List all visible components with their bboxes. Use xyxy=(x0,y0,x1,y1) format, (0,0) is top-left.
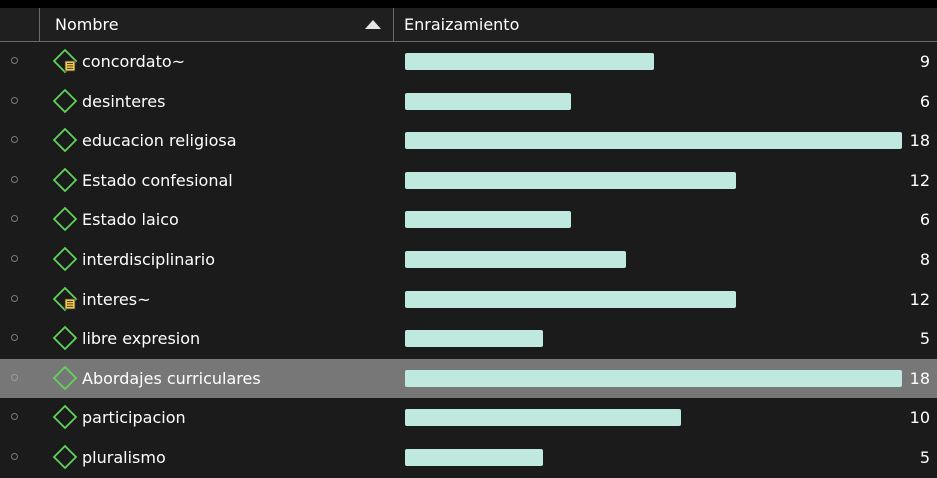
row-marker-icon[interactable] xyxy=(11,96,18,104)
rooting-value: 18 xyxy=(909,368,930,388)
code-icon xyxy=(52,207,78,232)
row-marker-icon[interactable] xyxy=(11,373,18,381)
name-column-label: Nombre xyxy=(55,15,119,34)
code-group-icon xyxy=(52,286,78,311)
rooting-bar xyxy=(405,211,571,229)
table-row[interactable]: educacion religiosa 18 xyxy=(0,121,937,161)
rooting-bar xyxy=(405,290,737,308)
table-row[interactable]: libre expresion 5 xyxy=(0,319,937,359)
sort-ascending-icon[interactable] xyxy=(365,20,381,29)
row-marker-icon[interactable] xyxy=(11,294,18,302)
name-column-header[interactable]: Nombre xyxy=(40,8,394,41)
code-name: educacion religiosa xyxy=(82,131,237,151)
code-name: Estado confesional xyxy=(82,170,233,190)
row-marker-icon[interactable] xyxy=(11,136,18,144)
code-name: interdisciplinario xyxy=(82,249,215,269)
row-marker-icon[interactable] xyxy=(11,175,18,183)
code-icon xyxy=(52,246,78,272)
code-name: participacion xyxy=(82,408,186,428)
row-marker-icon[interactable] xyxy=(11,413,18,421)
table-row[interactable]: pluralismo 5 xyxy=(0,438,937,478)
code-icon xyxy=(52,167,78,193)
code-icon xyxy=(52,127,78,153)
table-row[interactable]: interes~ 12 xyxy=(0,280,937,320)
code-icon xyxy=(52,365,78,391)
code-icon xyxy=(52,325,78,351)
code-icon xyxy=(52,88,78,113)
rooting-bar xyxy=(405,250,626,268)
code-icon xyxy=(52,444,78,470)
code-name: desinteres xyxy=(82,91,166,111)
code-name: Estado laico xyxy=(82,210,179,230)
table-row[interactable]: concordato~ 9 xyxy=(0,42,937,82)
rooting-bar xyxy=(405,171,737,189)
code-name: Abordajes curriculares xyxy=(82,368,261,388)
code-name: pluralismo xyxy=(82,447,166,467)
table-header: Nombre Enraizamiento xyxy=(0,8,937,42)
table-row[interactable]: Estado laico 6 xyxy=(0,200,937,240)
code-name: interes~ xyxy=(82,289,151,309)
code-group-icon xyxy=(52,48,78,74)
rooting-value: 12 xyxy=(909,289,930,309)
rooting-bar xyxy=(405,92,571,110)
row-marker-icon[interactable] xyxy=(11,254,18,262)
table-row[interactable]: Abordajes curriculares 18 xyxy=(0,358,937,399)
rooting-value: 9 xyxy=(919,52,930,71)
rooting-bar xyxy=(405,448,544,466)
rooting-value: 5 xyxy=(919,329,930,349)
table-row[interactable]: participacion 10 xyxy=(0,398,937,438)
rooting-value: 5 xyxy=(919,447,930,467)
top-border xyxy=(0,0,937,8)
table-row[interactable]: interdisciplinario 8 xyxy=(0,240,937,280)
table-row[interactable]: Estado confesional 12 xyxy=(0,161,937,201)
rooting-bar xyxy=(405,369,902,387)
rooting-column-label: Enraizamiento xyxy=(404,15,520,34)
rooting-value: 18 xyxy=(909,131,930,151)
marker-column-header[interactable] xyxy=(0,8,40,41)
rooting-value: 8 xyxy=(919,249,930,269)
row-marker-icon[interactable] xyxy=(11,215,18,223)
row-marker-icon[interactable] xyxy=(11,57,18,64)
code-list-table: Nombre Enraizamiento concordato~ 9 desinte… xyxy=(0,0,937,478)
rooting-column-header[interactable]: Enraizamiento xyxy=(394,8,937,41)
rooting-value: 10 xyxy=(909,408,930,428)
code-name: libre expresion xyxy=(82,329,201,349)
table-row[interactable]: desinteres 6 xyxy=(0,82,937,122)
code-icon xyxy=(52,405,78,430)
table-body: concordato~ 9 desinteres 6 educacion religio… xyxy=(0,42,937,478)
rooting-value: 12 xyxy=(909,170,930,190)
rooting-bar xyxy=(405,132,902,150)
code-name: concordato~ xyxy=(82,52,186,71)
rooting-bar xyxy=(405,53,654,70)
rooting-bar xyxy=(405,330,544,348)
rooting-value: 6 xyxy=(919,210,930,230)
row-marker-icon[interactable] xyxy=(11,334,18,342)
rooting-bar xyxy=(405,409,682,427)
row-marker-icon[interactable] xyxy=(11,452,18,460)
rooting-value: 6 xyxy=(919,91,930,111)
